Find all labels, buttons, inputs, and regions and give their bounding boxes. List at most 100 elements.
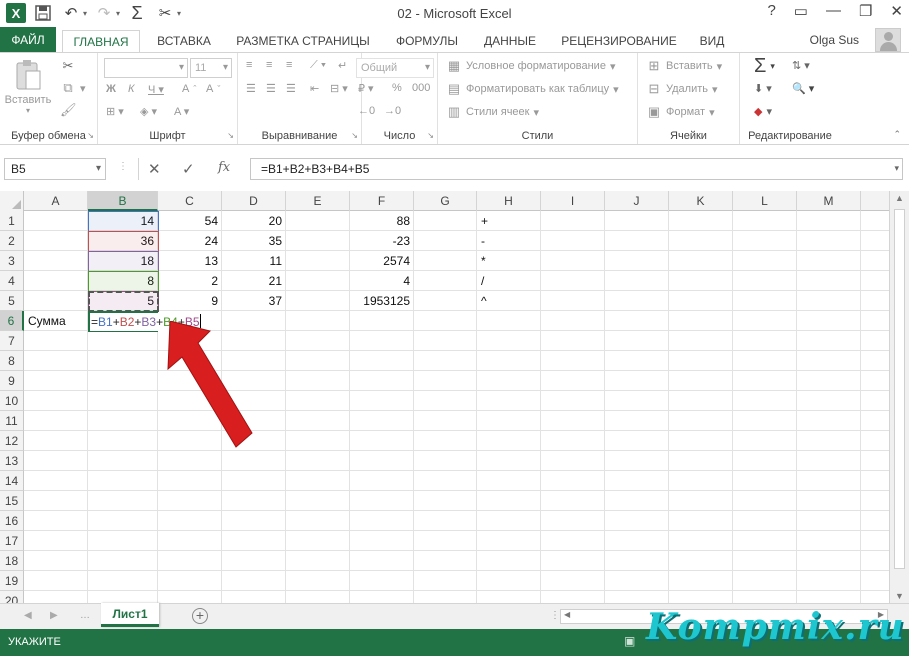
cell-c5[interactable]: 9: [158, 291, 222, 311]
tab-file[interactable]: ФАЙЛ: [0, 27, 56, 53]
alignment-dialog-icon[interactable]: ↘: [351, 131, 358, 140]
tab-split-handle-icon[interactable]: ⋮: [550, 610, 560, 621]
restore-icon[interactable]: ❐: [859, 2, 872, 20]
cancel-entry-icon[interactable]: ✕: [148, 160, 161, 178]
cell-h5[interactable]: ^: [477, 291, 541, 311]
row-header-7[interactable]: 7: [0, 331, 24, 351]
formula-input[interactable]: =B1+B2+B3+B4+B5: [250, 158, 903, 180]
comma-icon[interactable]: 000: [412, 82, 430, 94]
name-box[interactable]: B5: [4, 158, 106, 180]
cell-c1[interactable]: 54: [158, 211, 222, 231]
scroll-up-icon[interactable]: ▲: [895, 193, 904, 203]
cell-h2[interactable]: -: [477, 231, 541, 251]
column-header-h[interactable]: H: [477, 191, 541, 211]
help-icon[interactable]: ?: [767, 2, 775, 20]
font-dialog-icon[interactable]: ↘: [227, 131, 234, 140]
tab-home[interactable]: ГЛАВНАЯ: [62, 30, 140, 53]
insert-cells-button[interactable]: ⊞ Вставить ▾: [646, 59, 723, 73]
close-icon[interactable]: ✕: [890, 2, 903, 20]
cell-c4[interactable]: 2: [158, 271, 222, 291]
cell-h1[interactable]: +: [477, 211, 541, 231]
fill-icon[interactable]: ⬇ ▾: [754, 82, 772, 95]
scroll-left-icon[interactable]: ◀: [564, 610, 570, 619]
clear-icon[interactable]: ◆ ▾: [754, 105, 772, 118]
number-dialog-icon[interactable]: ↘: [427, 131, 434, 140]
number-format-combo[interactable]: Общий: [356, 58, 434, 78]
collapse-ribbon-icon[interactable]: ⌃: [893, 129, 901, 140]
column-header-b[interactable]: B: [88, 191, 158, 211]
cell-h3[interactable]: *: [477, 251, 541, 271]
sheet-tab-1[interactable]: Лист1: [101, 603, 159, 627]
row-header-12[interactable]: 12: [0, 431, 24, 451]
next-sheet-icon[interactable]: ▶: [50, 610, 58, 621]
cell-a6[interactable]: Сумма: [24, 311, 88, 331]
tab-data[interactable]: ДАННЫЕ: [476, 30, 544, 53]
tab-page-layout[interactable]: РАЗМЕТКА СТРАНИЦЫ: [228, 30, 378, 53]
cell-c3[interactable]: 13: [158, 251, 222, 271]
paste-button[interactable]: Вставить ▾: [4, 59, 52, 115]
cell-styles-button[interactable]: ▥ Стили ячеек ▾: [446, 105, 539, 119]
select-all-button[interactable]: [0, 191, 24, 211]
minimize-icon[interactable]: —: [826, 2, 841, 20]
align-center-icon[interactable]: ☰: [266, 82, 276, 95]
row-header-17[interactable]: 17: [0, 531, 24, 551]
user-avatar[interactable]: [875, 28, 901, 52]
row-header-2[interactable]: 2: [0, 231, 24, 251]
column-header-g[interactable]: G: [414, 191, 477, 211]
wrap-text-icon[interactable]: ↵: [338, 59, 347, 72]
copy-icon[interactable]: ⧉ ▾: [60, 81, 85, 95]
column-header-d[interactable]: D: [222, 191, 286, 211]
align-left-icon[interactable]: ☰: [246, 82, 256, 95]
row-header-13[interactable]: 13: [0, 451, 24, 471]
column-header-k[interactable]: K: [669, 191, 733, 211]
cell-h4[interactable]: /: [477, 271, 541, 291]
shrink-font-icon[interactable]: Aˇ: [206, 83, 220, 95]
row-header-15[interactable]: 15: [0, 491, 24, 511]
add-sheet-icon[interactable]: +: [192, 608, 208, 624]
user-name[interactable]: Olga Sus: [810, 33, 859, 47]
align-right-icon[interactable]: ☰: [286, 82, 296, 95]
column-header-c[interactable]: C: [158, 191, 222, 211]
format-painter-icon[interactable]: 🖌: [60, 103, 77, 117]
currency-icon[interactable]: ₽ ▾: [358, 82, 374, 95]
tab-formulas[interactable]: ФОРМУЛЫ: [388, 30, 466, 53]
insert-function-icon[interactable]: fx: [218, 160, 230, 175]
sort-filter-icon[interactable]: ⇅ ▾: [792, 59, 810, 72]
grow-font-icon[interactable]: Aˆ: [182, 83, 196, 95]
italic-icon[interactable]: К: [128, 83, 134, 95]
merge-icon[interactable]: ⊟ ▾: [330, 82, 348, 95]
scroll-down-icon[interactable]: ▼: [895, 591, 904, 601]
clipboard-dialog-icon[interactable]: ↘: [87, 131, 94, 140]
column-header-m[interactable]: M: [797, 191, 861, 211]
row-header-11[interactable]: 11: [0, 411, 24, 431]
indent-decrease-icon[interactable]: ⇤: [310, 82, 319, 95]
confirm-entry-icon[interactable]: ✓: [182, 160, 195, 178]
tab-insert[interactable]: ВСТАВКА: [150, 30, 218, 53]
macro-record-icon[interactable]: ▣: [624, 634, 635, 648]
cell-d2[interactable]: 35: [222, 231, 286, 251]
row-header-5[interactable]: 5: [0, 291, 24, 311]
tab-review[interactable]: РЕЦЕНЗИРОВАНИЕ: [554, 30, 684, 53]
decrease-decimal-icon[interactable]: →0: [384, 105, 401, 117]
row-header-18[interactable]: 18: [0, 551, 24, 571]
cut-ribbon-icon[interactable]: ✂: [60, 59, 76, 73]
row-header-3[interactable]: 3: [0, 251, 24, 271]
cell-d5[interactable]: 37: [222, 291, 286, 311]
underline-icon[interactable]: Ч ▾: [148, 83, 164, 96]
row-header-1[interactable]: 1: [0, 211, 24, 231]
cell-f2[interactable]: -23: [350, 231, 414, 251]
row-header-8[interactable]: 8: [0, 351, 24, 371]
column-header-l[interactable]: L: [733, 191, 797, 211]
cell-f4[interactable]: 4: [350, 271, 414, 291]
increase-decimal-icon[interactable]: ←0: [358, 105, 375, 117]
column-header-e[interactable]: E: [286, 191, 350, 211]
find-select-icon[interactable]: 🔍 ▾: [792, 82, 814, 95]
row-header-19[interactable]: 19: [0, 571, 24, 591]
tab-view[interactable]: ВИД: [692, 30, 732, 53]
cell-d3[interactable]: 11: [222, 251, 286, 271]
worksheet-grid[interactable]: ABCDEFGHIJKLM 1 2 3 4 5 6 7 8 9 10 11 12 13 14 15 16 17 1…: [0, 191, 889, 603]
row-header-16[interactable]: 16: [0, 511, 24, 531]
fill-color-icon[interactable]: ◈ ▾: [140, 105, 157, 118]
row-header-6[interactable]: 6: [0, 311, 24, 331]
percent-icon[interactable]: %: [392, 82, 402, 94]
